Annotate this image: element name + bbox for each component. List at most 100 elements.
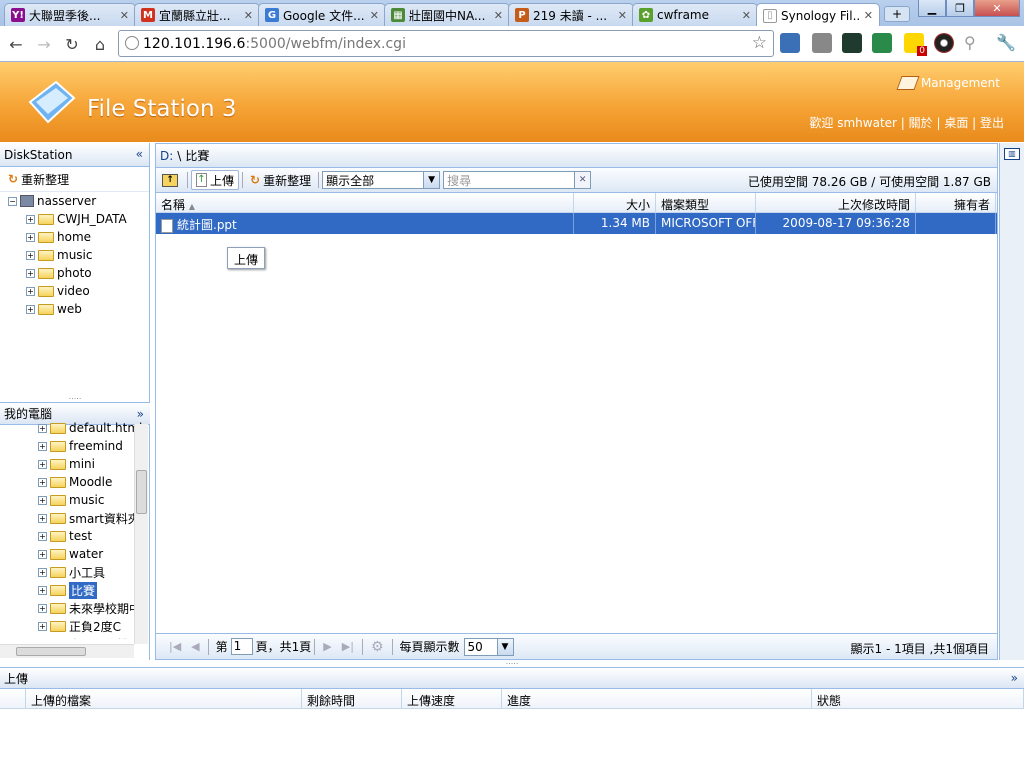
local-folder[interactable]: + 未來學校期中 [0,599,150,617]
expand-icon[interactable]: + [26,232,35,242]
local-folder[interactable]: + test [0,527,150,545]
expand-icon[interactable]: + [26,250,35,260]
back-icon[interactable]: ← [4,32,28,56]
expand-icon[interactable]: + [38,531,47,541]
minimize-button[interactable]: ▁ [918,0,946,17]
left-refresh-button[interactable]: ↻ 重新整理 [4,169,73,189]
page-input[interactable]: 1 [230,638,253,655]
local-folder[interactable]: + 比賽 [0,581,150,599]
wrench-menu-icon[interactable]: 🔧 [996,33,1016,53]
new-tab-button[interactable]: + [884,6,910,22]
upload-column-header[interactable]: 進度 [502,689,812,709]
per-page-select[interactable]: 50 ▼ [463,637,514,656]
tree-folder[interactable]: + home [0,228,149,246]
browser-tab[interactable]: ▯ Synology Fil... ✕ [756,3,880,27]
reload-icon[interactable]: ↻ [60,32,84,56]
upload-column-header[interactable]: 狀態 [812,689,1024,709]
extension-window-icon[interactable] [872,33,892,53]
local-folder[interactable]: + mini [0,455,150,473]
breadcrumb-drive[interactable]: D: [160,149,173,163]
local-folder[interactable]: + freemind [0,437,150,455]
browser-tab[interactable]: G Google 文件... ✕ [258,3,386,26]
extension-speed-icon[interactable] [842,33,862,53]
maximize-button[interactable]: ❐ [946,0,974,17]
extension-notes-icon[interactable]: 0 [904,33,927,56]
tab-close-icon[interactable]: ✕ [742,9,751,22]
column-header[interactable]: 名稱 ▲ [156,193,574,213]
local-folder[interactable]: + Moodle [0,473,150,491]
local-folder[interactable]: + 小工具 [0,563,150,581]
upload-column-header[interactable]: 上傳速度 [402,689,502,709]
tab-close-icon[interactable]: ✕ [494,9,503,22]
tab-close-icon[interactable]: ✕ [370,9,379,22]
welcome-links[interactable]: 歡迎 smhwater | 關於 | 桌面 | 登出 [809,114,1004,131]
extension-color-icon[interactable] [934,33,954,53]
clear-search-icon[interactable]: ✕ [574,172,591,188]
tree-folder[interactable]: + photo [0,264,149,282]
local-folder[interactable]: + water [0,545,150,563]
expand-icon[interactable]: + [38,549,47,559]
tree-root[interactable]: − nasserver [0,192,149,210]
left-splitter[interactable]: ..... [0,393,150,401]
expand-icon[interactable]: + [26,304,35,314]
tab-close-icon[interactable]: ✕ [244,9,253,22]
book-icon[interactable]: ▥ [1004,148,1020,160]
expand-icon[interactable]: + [38,513,47,523]
next-page-icon[interactable]: ▶ [323,640,331,653]
column-header[interactable]: 檔案類型 [656,193,756,213]
prev-page-icon[interactable]: ◀ [191,640,199,653]
horizontal-scrollbar[interactable] [0,644,134,658]
tab-close-icon[interactable]: ✕ [618,9,627,22]
browser-tab[interactable]: Y! 大聯盟季後... ✕ [4,3,136,26]
close-window-button[interactable]: ✕ [974,0,1020,17]
expand-icon[interactable]: + [26,268,35,278]
reload-grid-icon[interactable]: ⚙ [371,639,384,655]
expand-icon[interactable]: + [38,495,47,505]
expand-icon[interactable]: + [38,585,47,595]
tree-folder[interactable]: + CWJH_DATA [0,210,149,228]
local-folder[interactable]: + default.html [0,419,150,437]
refresh-button[interactable]: ↻ 重新整理 [246,170,315,190]
home-icon[interactable]: ⌂ [88,32,112,56]
address-bar[interactable]: 120.101.196.6:5000/webfm/index.cgi ☆ [118,30,774,57]
local-folder[interactable]: +光碟影像檔 [0,635,150,639]
search-input[interactable]: 搜尋 ✕ [443,171,592,189]
tree-folder[interactable]: + music [0,246,149,264]
file-row[interactable]: 統計圖.ppt 1.34 MB MICROSOFT OFF 2009-08-17 09… [156,213,997,234]
local-folder[interactable]: + music [0,491,150,509]
chevron-down-icon[interactable]: ▼ [496,638,513,655]
browser-tab[interactable]: ✿ cwframe ✕ [632,3,758,26]
collapse-left-icon[interactable]: « [136,147,143,161]
forward-icon[interactable]: → [32,32,56,56]
browser-tab[interactable]: P 219 未讀 - ... ✕ [508,3,634,26]
expand-icon[interactable]: + [38,441,47,451]
first-page-icon[interactable]: |◀ [169,640,181,653]
column-header[interactable]: 上次修改時間 [756,193,916,213]
expand-icon[interactable]: + [38,477,47,487]
expand-icon[interactable]: + [38,459,47,469]
column-header[interactable]: 大小 [574,193,656,213]
hscroll-thumb[interactable] [16,647,86,656]
upload-button[interactable]: ↑ 上傳 [191,170,240,190]
expand-icon[interactable]: + [26,286,35,296]
collapse-bottom-icon[interactable]: » [1011,671,1018,685]
expand-icon[interactable]: + [38,621,47,631]
up-folder-icon[interactable]: ↑ [162,173,178,187]
local-folder[interactable]: + 正負2度C [0,617,150,635]
expand-icon[interactable]: + [38,567,47,577]
filter-select[interactable]: 顯示全部 ▼ [322,171,441,189]
vertical-scrollbar[interactable] [134,424,148,644]
search-icon[interactable]: ⚲ [964,33,984,53]
expand-icon[interactable]: + [26,214,35,224]
collapse-icon[interactable]: − [8,196,17,206]
column-header[interactable]: 擁有者 [916,193,996,213]
browser-tab[interactable]: ▦ 壯圍國中NA... ✕ [384,3,510,26]
chevron-down-icon[interactable]: ▼ [423,172,440,188]
bookmark-star-icon[interactable]: ☆ [752,33,767,53]
expand-icon[interactable]: + [38,603,47,613]
local-folder[interactable]: + smart資料夾 [0,509,150,527]
bottom-splitter[interactable]: ..... [500,658,524,666]
tree-folder[interactable]: + video [0,282,149,300]
management-link[interactable]: Management [896,76,1000,90]
ie-tab-icon[interactable] [780,33,800,53]
